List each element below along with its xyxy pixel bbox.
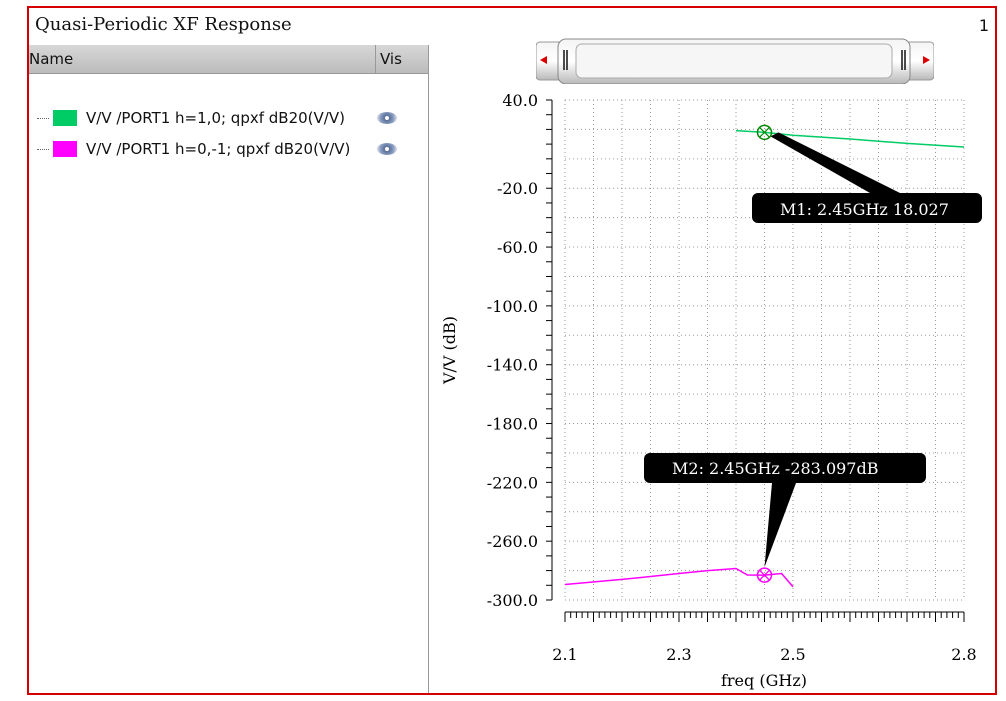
column-vis[interactable]: Vis: [375, 45, 428, 73]
legend-header: Name Vis: [29, 45, 428, 74]
legend-label: V/V /PORT1 h=1,0; qpxf dB20(V/V): [86, 109, 345, 127]
window-title: Quasi-Periodic XF Response: [35, 14, 292, 35]
eye-icon[interactable]: [377, 112, 397, 124]
column-name[interactable]: Name: [29, 50, 73, 68]
window-number: 1: [978, 16, 989, 35]
qpxf-window: Quasi-Periodic XF Response 1 Name Vis V/…: [27, 6, 997, 695]
tree-line: [37, 117, 49, 119]
legend-panel: Name Vis V/V /PORT1 h=1,0; qpxf dB20(V/V…: [29, 45, 429, 693]
tree-line: [37, 148, 49, 150]
legend-item[interactable]: V/V /PORT1 h=0,-1; qpxf dB20(V/V): [37, 138, 350, 160]
legend-item[interactable]: V/V /PORT1 h=1,0; qpxf dB20(V/V): [37, 107, 345, 129]
legend-label: V/V /PORT1 h=0,-1; qpxf dB20(V/V): [86, 140, 351, 158]
color-swatch: [53, 110, 77, 126]
eye-icon[interactable]: [377, 143, 397, 155]
zoom-scrollbar[interactable]: [536, 38, 934, 84]
color-swatch: [53, 141, 77, 157]
